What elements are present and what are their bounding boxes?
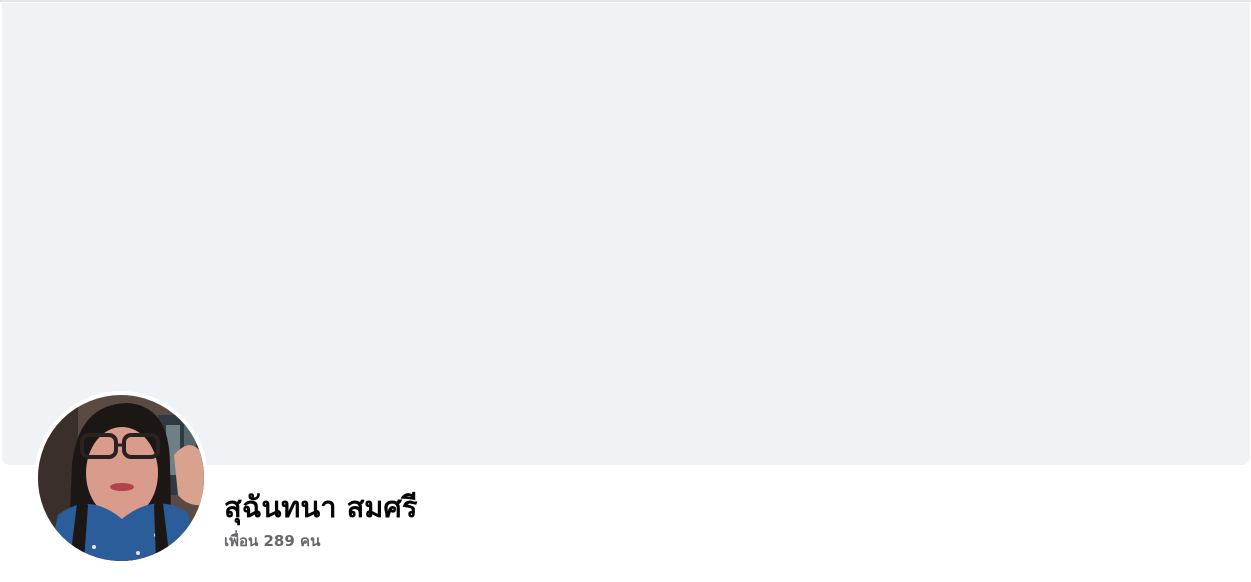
friends-count-link[interactable]: เพื่อน 289 คน — [224, 530, 320, 552]
avatar-photo — [38, 395, 204, 561]
cover-photo[interactable] — [2, 3, 1250, 465]
top-divider — [0, 0, 1251, 2]
avatar[interactable] — [38, 395, 204, 561]
profile-name: สุฉันทนา สมศรี — [224, 490, 418, 524]
profile-page: สุฉันทนา สมศรี เพื่อน 289 คน — [0, 0, 1251, 582]
